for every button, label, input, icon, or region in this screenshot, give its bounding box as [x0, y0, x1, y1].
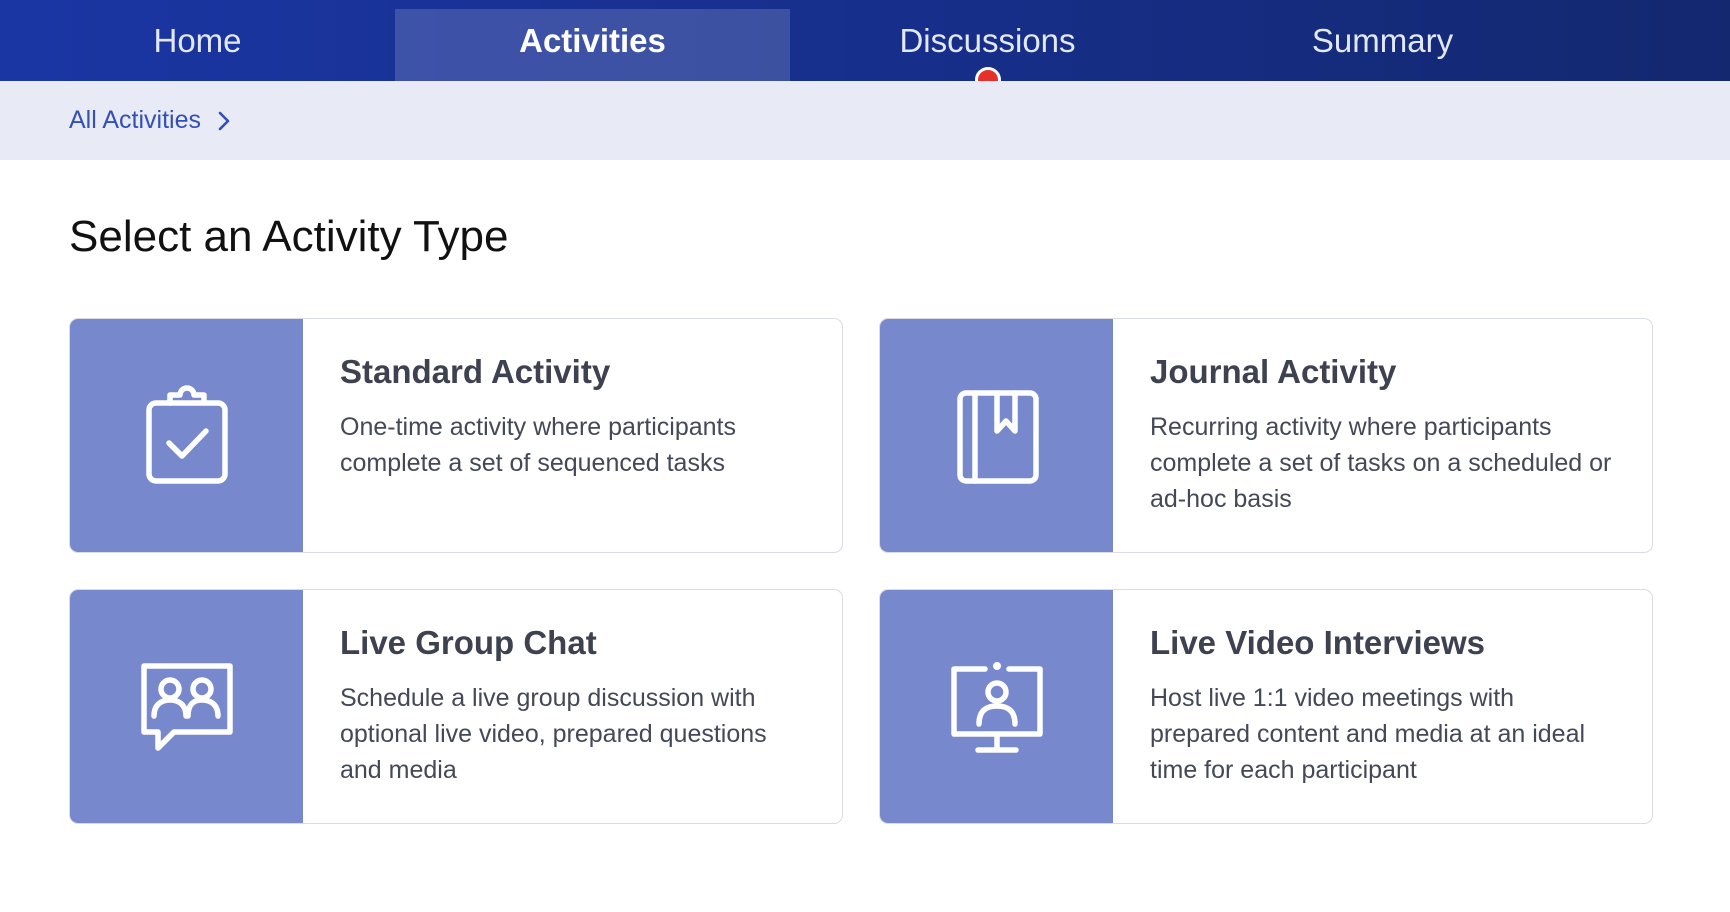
tab-home[interactable]: Home	[0, 0, 395, 81]
card-live-group-chat[interactable]: Live Group Chat Schedule a live group di…	[69, 589, 843, 824]
tab-discussions-label: Discussions	[899, 21, 1076, 59]
card-icon-panel	[70, 319, 303, 552]
chevron-right-icon	[218, 111, 230, 130]
video-monitor-icon	[950, 661, 1043, 753]
card-live-video-interviews[interactable]: Live Video Interviews Host live 1:1 vide…	[879, 589, 1653, 824]
tab-discussions[interactable]: Discussions	[790, 0, 1185, 93]
card-journal-activity[interactable]: Journal Activity Recurring activity wher…	[879, 318, 1653, 553]
card-description: Host live 1:1 video meetings with prepar…	[1150, 684, 1586, 784]
card-standard-activity[interactable]: Standard Activity One-time activity wher…	[69, 318, 843, 553]
page-title: Select an Activity Type	[69, 212, 509, 261]
card-icon-panel	[880, 319, 1113, 552]
clipboard-check-icon	[145, 384, 228, 484]
card-title: Live Group Chat	[340, 624, 597, 661]
top-navigation: Home Activities Discussions Summary	[0, 0, 1730, 93]
card-description: Recurring activity where participants co…	[1150, 413, 1612, 513]
card-description: One-time activity where participants com…	[340, 413, 736, 477]
card-title: Journal Activity	[1150, 353, 1397, 390]
group-chat-icon	[140, 662, 233, 751]
card-title: Live Video Interviews	[1150, 624, 1486, 661]
card-title: Standard Activity	[340, 353, 611, 390]
breadcrumb: All Activities	[0, 81, 1730, 160]
tab-activities-label: Activities	[519, 21, 666, 59]
card-icon-panel	[880, 590, 1113, 823]
breadcrumb-label: All Activities	[69, 106, 201, 134]
card-description: Schedule a live group discussion with op…	[340, 684, 767, 784]
breadcrumb-all-activities[interactable]: All Activities	[69, 106, 233, 135]
journal-bookmark-icon	[956, 389, 1039, 484]
card-icon-panel	[70, 590, 303, 823]
tab-summary-label: Summary	[1311, 21, 1454, 59]
tab-activities[interactable]: Activities	[395, 9, 790, 81]
tab-summary[interactable]: Summary	[1185, 0, 1580, 81]
tab-home-label: Home	[153, 21, 242, 59]
